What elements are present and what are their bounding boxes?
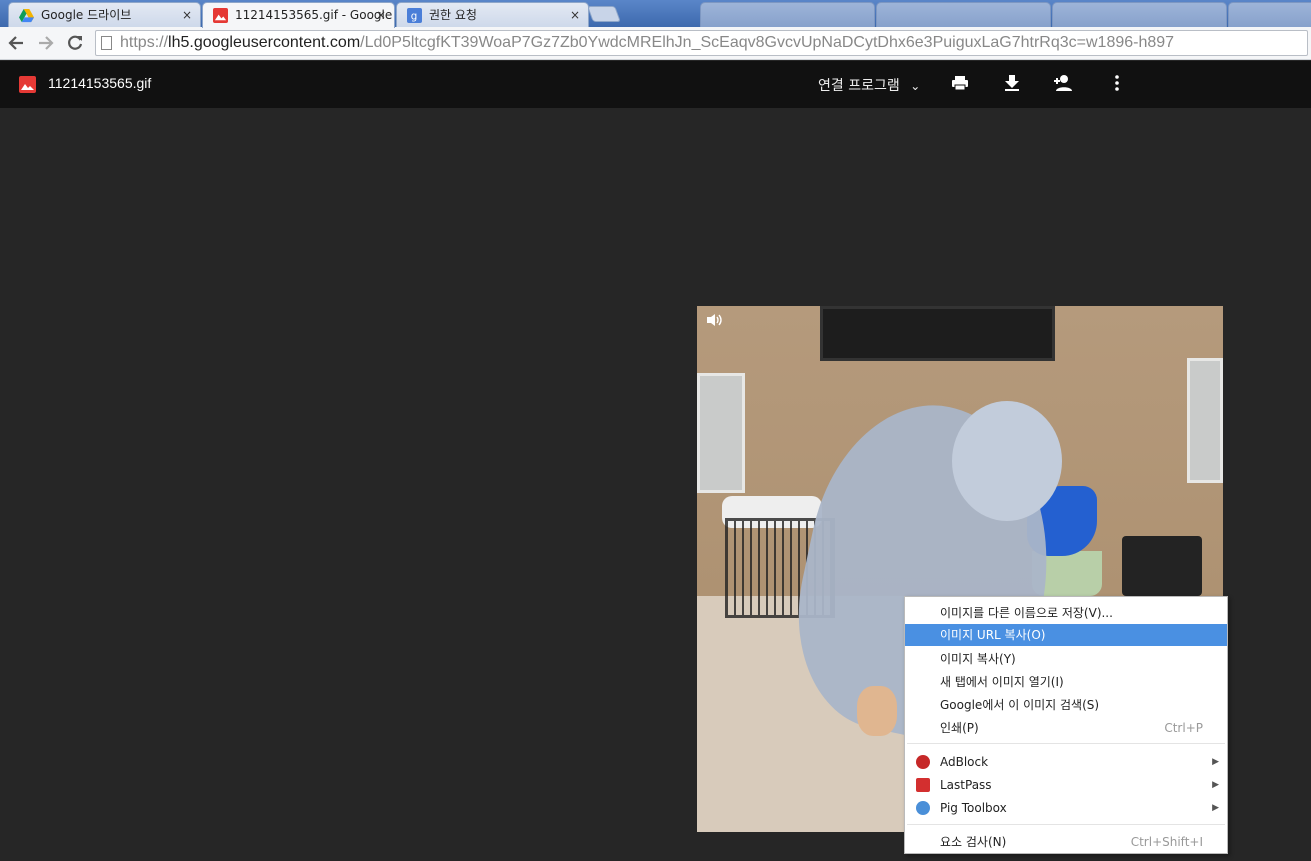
google-drive-icon (19, 8, 34, 23)
menu-item-open-image-new-tab[interactable]: 새 탭에서 이미지 열기(I) (905, 671, 1227, 693)
browser-toolbar: https://lh5.googleusercontent.com/Ld0P5l… (0, 27, 1311, 60)
tab-permission-request[interactable]: g 권한 요청 × (396, 2, 589, 28)
scene-hand (857, 686, 897, 736)
menu-separator (907, 824, 1225, 825)
image-icon (19, 76, 36, 93)
tab-background[interactable] (1228, 2, 1311, 28)
menu-item-save-image-as[interactable]: 이미지를 다른 이름으로 저장(V)... (905, 602, 1227, 624)
tab-gif-viewer[interactable]: 11214153565.gif - Google × (202, 2, 395, 28)
menu-item-search-google[interactable]: Google에서 이 이미지 검색(S) (905, 694, 1227, 716)
scene-table (1122, 536, 1202, 596)
menu-item-print[interactable]: 인쇄(P) Ctrl+P (905, 717, 1227, 739)
scene-speaker (1187, 358, 1223, 483)
google-g-icon: g (407, 8, 422, 23)
tab-close-icon[interactable]: × (376, 3, 386, 27)
tab-background[interactable] (1052, 2, 1227, 28)
submenu-arrow-icon: ▶ (1212, 780, 1219, 790)
tab-background[interactable] (876, 2, 1051, 28)
print-icon[interactable] (949, 74, 971, 96)
scene-tv (820, 306, 1055, 361)
tab-label: 권한 요청 (429, 8, 477, 22)
context-menu: 이미지를 다른 이름으로 저장(V)... 이미지 URL 복사(O) 이미지 … (904, 596, 1228, 854)
pig-toolbox-icon (916, 801, 930, 815)
open-with-label: 연결 프로그램 (818, 78, 900, 94)
image-file-icon (213, 8, 228, 23)
lastpass-icon (916, 778, 930, 792)
menu-item-copy-image-url[interactable]: 이미지 URL 복사(O) (905, 624, 1227, 646)
forward-arrow-icon[interactable] (34, 32, 58, 54)
tab-background[interactable] (700, 2, 875, 28)
menu-item-label: 이미지 URL 복사(O) (940, 628, 1046, 642)
menu-item-label: 요소 검사(N) (940, 835, 1007, 849)
file-title: 11214153565.gif (48, 75, 152, 91)
page-icon (101, 36, 112, 50)
address-bar[interactable]: https://lh5.googleusercontent.com/Ld0P5l… (95, 30, 1308, 56)
shortcut-label: Ctrl+P (1164, 721, 1203, 735)
menu-item-lastpass[interactable]: LastPass ▶ (905, 774, 1227, 796)
tab-close-icon[interactable]: × (182, 3, 192, 27)
menu-item-copy-image[interactable]: 이미지 복사(Y) (905, 648, 1227, 670)
menu-item-adblock[interactable]: AdBlock ▶ (905, 751, 1227, 773)
download-icon[interactable] (1001, 74, 1023, 96)
volume-icon[interactable] (706, 313, 724, 331)
tab-google-drive[interactable]: Google 드라이브 × (8, 2, 201, 28)
viewer-header: 11214153565.gif 연결 프로그램 ⌄ (0, 61, 1311, 108)
menu-separator (907, 743, 1225, 744)
new-tab-button[interactable] (587, 6, 621, 22)
menu-item-pig-toolbox[interactable]: Pig Toolbox ▶ (905, 797, 1227, 819)
url-text[interactable]: https://lh5.googleusercontent.com/Ld0P5l… (120, 34, 1174, 52)
menu-item-label: AdBlock (940, 755, 989, 769)
submenu-arrow-icon: ▶ (1212, 757, 1219, 767)
back-arrow-icon[interactable] (4, 32, 28, 54)
svg-text:g: g (411, 10, 418, 22)
menu-item-label: Google에서 이 이미지 검색(S) (940, 698, 1100, 712)
scene-hood (952, 401, 1062, 521)
menu-item-label: 이미지 복사(Y) (940, 652, 1016, 666)
add-person-icon[interactable] (1053, 74, 1075, 96)
menu-item-inspect[interactable]: 요소 검사(N) Ctrl+Shift+I (905, 831, 1227, 853)
chevron-down-icon: ⌄ (910, 79, 921, 93)
adblock-icon (916, 755, 930, 769)
tab-strip: Google 드라이브 × 11214153565.gif - Google ×… (0, 0, 1311, 28)
tab-label: Google 드라이브 (41, 8, 132, 22)
submenu-arrow-icon: ▶ (1212, 803, 1219, 813)
menu-item-label: 인쇄(P) (940, 721, 979, 735)
tab-label: 11214153565.gif - Google (235, 8, 393, 22)
menu-item-label: 이미지를 다른 이름으로 저장(V)... (940, 606, 1113, 620)
more-vert-icon[interactable] (1106, 74, 1128, 96)
open-with-button[interactable]: 연결 프로그램 ⌄ (818, 75, 920, 95)
menu-item-label: LastPass (940, 778, 992, 792)
reload-icon[interactable] (63, 32, 87, 54)
tab-close-icon[interactable]: × (570, 3, 580, 27)
menu-item-label: 새 탭에서 이미지 열기(I) (940, 675, 1064, 689)
scene-speaker (697, 373, 745, 493)
shortcut-label: Ctrl+Shift+I (1130, 835, 1203, 849)
menu-item-label: Pig Toolbox (940, 801, 1007, 815)
